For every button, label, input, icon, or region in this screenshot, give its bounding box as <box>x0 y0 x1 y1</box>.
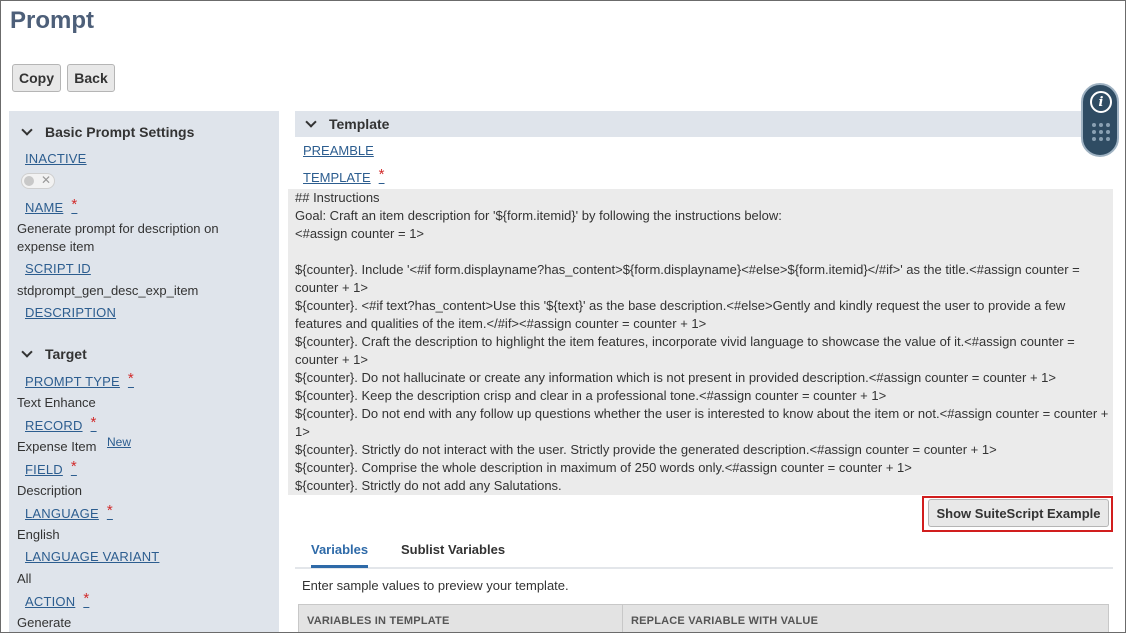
field-label-wrap[interactable]: FIELD * <box>25 458 77 478</box>
chevron-down-icon <box>21 346 33 358</box>
target-header[interactable]: Target <box>21 346 87 362</box>
template-line: ${counter}. Craft the description to hig… <box>295 334 1079 367</box>
tab-sublist-variables[interactable]: Sublist Variables <box>401 542 505 565</box>
required-marker: * <box>127 370 134 387</box>
basic-settings-header[interactable]: Basic Prompt Settings <box>21 124 195 140</box>
action-label-wrap[interactable]: ACTION * <box>25 590 90 610</box>
close-icon: ✕ <box>41 173 52 187</box>
template-line: ${counter}. Keep the description crisp a… <box>295 388 887 403</box>
tab-variables[interactable]: Variables <box>311 542 369 568</box>
template-line: ${counter}. Do not hallucinate or create… <box>295 370 1056 385</box>
template-line: ${counter}. Include '<#if form.displayna… <box>295 262 1084 295</box>
template-line: ## Instructions <box>295 190 380 205</box>
template-text[interactable]: ## Instructions Goal: Craft an item desc… <box>288 189 1113 495</box>
prompt-type-label-wrap[interactable]: PROMPT TYPE * <box>25 370 134 390</box>
show-suitescript-example-button[interactable]: Show SuiteScript Example <box>928 499 1109 527</box>
required-marker: * <box>70 458 77 475</box>
field-value: Description <box>17 483 83 498</box>
template-line: <#assign counter = 1> <box>295 226 425 241</box>
action-value: Generate <box>17 615 72 630</box>
template-line: ${counter}. Do not end with any follow u… <box>295 406 1112 439</box>
inactive-label[interactable]: INACTIVE <box>25 151 87 166</box>
template-line: ${counter}. <#if text?has_content>Use th… <box>295 298 1069 331</box>
record-value: Expense Item <box>17 439 97 454</box>
template-header-title: Template <box>305 116 390 132</box>
variables-hint: Enter sample values to preview your temp… <box>302 578 569 593</box>
target-heading: Target <box>45 346 87 362</box>
toggle-knob <box>24 176 34 186</box>
script-id-label[interactable]: SCRIPT ID <box>25 261 91 276</box>
required-marker: * <box>106 502 113 519</box>
template-line: Goal: Craft an item description for '${f… <box>295 208 782 223</box>
floating-help-widget: i <box>1081 83 1119 157</box>
name-label-wrap[interactable]: NAME * <box>25 196 78 216</box>
prompt-type-value: Text Enhance <box>17 395 96 410</box>
record-label-wrap[interactable]: RECORD * <box>25 414 97 434</box>
variables-table-header: VARIABLES IN TEMPLATE REPLACE VARIABLE W… <box>298 604 1109 632</box>
page-frame: Prompt Copy Back Basic Prompt Settings I… <box>0 0 1126 633</box>
required-marker: * <box>90 414 97 431</box>
inactive-toggle[interactable]: ✕ <box>21 173 55 189</box>
template-header[interactable]: Template <box>295 111 1113 137</box>
language-label: LANGUAGE <box>25 506 99 521</box>
record-new-link[interactable]: New <box>107 435 131 449</box>
field-label: FIELD <box>25 462 63 477</box>
template-line: ${counter}. Strictly do not add any Salu… <box>295 478 562 493</box>
copy-button[interactable]: Copy <box>12 64 61 92</box>
column-header-variables: VARIABLES IN TEMPLATE <box>299 605 623 632</box>
language-value: English <box>17 527 60 542</box>
page-title: Prompt <box>10 7 94 34</box>
chevron-down-icon <box>305 116 317 128</box>
template-heading: Template <box>329 116 390 132</box>
back-button[interactable]: Back <box>67 64 115 92</box>
column-header-replace-value: REPLACE VARIABLE WITH VALUE <box>631 615 819 627</box>
preamble-label[interactable]: PREAMBLE <box>303 143 374 158</box>
required-marker: * <box>71 196 78 213</box>
variables-tabs: Variables Sublist Variables <box>295 537 1113 569</box>
language-label-wrap[interactable]: LANGUAGE * <box>25 502 113 522</box>
language-variant-label[interactable]: LANGUAGE VARIANT <box>25 549 159 564</box>
required-marker: * <box>378 166 385 183</box>
prompt-type-label: PROMPT TYPE <box>25 374 120 389</box>
record-label: RECORD <box>25 418 83 433</box>
template-label: TEMPLATE <box>303 170 371 185</box>
name-label: NAME <box>25 200 64 215</box>
template-line <box>295 243 1109 261</box>
info-icon[interactable]: i <box>1090 91 1112 113</box>
template-label-wrap[interactable]: TEMPLATE * <box>303 166 385 186</box>
basic-settings-heading: Basic Prompt Settings <box>45 124 195 140</box>
language-variant-value: All <box>17 571 32 586</box>
action-label: ACTION <box>25 594 76 609</box>
grid-dots-icon[interactable] <box>1092 123 1110 141</box>
required-marker: * <box>83 590 90 607</box>
left-panel: Basic Prompt Settings INACTIVE ✕ NAME * G… <box>9 111 279 632</box>
template-line: ${counter}. Strictly do not interact wit… <box>295 442 997 457</box>
script-id-value: stdprompt_gen_desc_exp_item <box>17 283 199 298</box>
name-value: Generate prompt for description on expen… <box>17 221 219 254</box>
template-line: ${counter}. Comprise the whole descripti… <box>295 460 912 475</box>
chevron-down-icon <box>21 124 33 136</box>
description-label[interactable]: DESCRIPTION <box>25 305 116 320</box>
